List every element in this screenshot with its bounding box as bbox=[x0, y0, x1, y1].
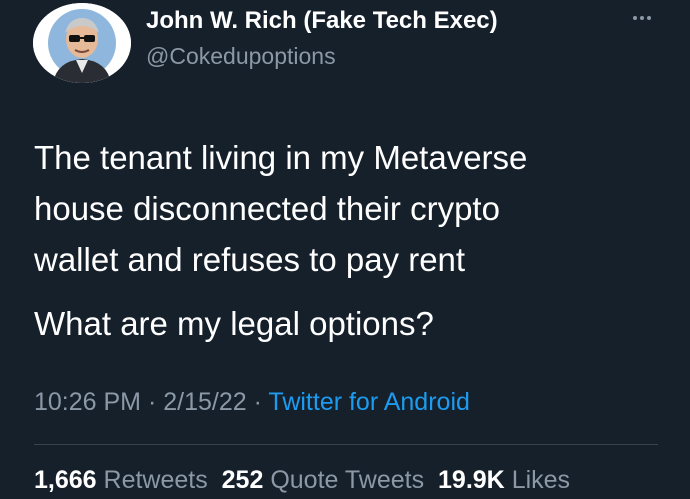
likes-stat[interactable]: 19.9K Likes bbox=[438, 466, 570, 494]
tweet-text-line: What are my legal options? bbox=[34, 305, 434, 342]
likes-count: 19.9K bbox=[438, 466, 505, 494]
quote-tweets-stat[interactable]: 252 Quote Tweets bbox=[222, 466, 424, 494]
meta-separator: · bbox=[141, 388, 164, 416]
tweet-text-line: wallet and refuses to pay rent bbox=[34, 241, 466, 278]
tweet-card: John W. Rich (Fake Tech Exec) @Cokedupop… bbox=[0, 0, 690, 499]
tweet-source-link[interactable]: Twitter for Android bbox=[268, 388, 469, 416]
tweet-time[interactable]: 10:26 PM bbox=[34, 388, 141, 416]
more-options-icon bbox=[633, 16, 637, 20]
author-display-name[interactable]: John W. Rich (Fake Tech Exec) bbox=[146, 7, 498, 35]
engagement-stats: 1,666 Retweets 252 Quote Tweets 19.9K Li… bbox=[34, 466, 570, 495]
meta-separator: · bbox=[246, 388, 269, 416]
divider bbox=[34, 444, 658, 445]
tweet-metadata: 10:26 PM · 2/15/22 · Twitter for Android bbox=[34, 388, 470, 417]
tweet-text-line: house disconnected their crypto bbox=[34, 190, 500, 227]
tweet-text-line: The tenant living in my Metaverse bbox=[34, 139, 528, 176]
retweets-stat[interactable]: 1,666 Retweets bbox=[34, 466, 208, 494]
retweets-count: 1,666 bbox=[34, 466, 97, 494]
retweets-label: Retweets bbox=[103, 466, 208, 494]
author-handle[interactable]: @Cokedupoptions bbox=[146, 43, 336, 70]
more-options-button[interactable] bbox=[624, 4, 660, 32]
likes-label: Likes bbox=[511, 466, 571, 494]
quote-tweets-count: 252 bbox=[221, 466, 264, 494]
quote-tweets-label: Quote Tweets bbox=[270, 466, 425, 494]
profile-avatar[interactable] bbox=[33, 3, 131, 83]
tweet-date[interactable]: 2/15/22 bbox=[163, 388, 246, 416]
profile-avatar-icon bbox=[33, 3, 131, 83]
